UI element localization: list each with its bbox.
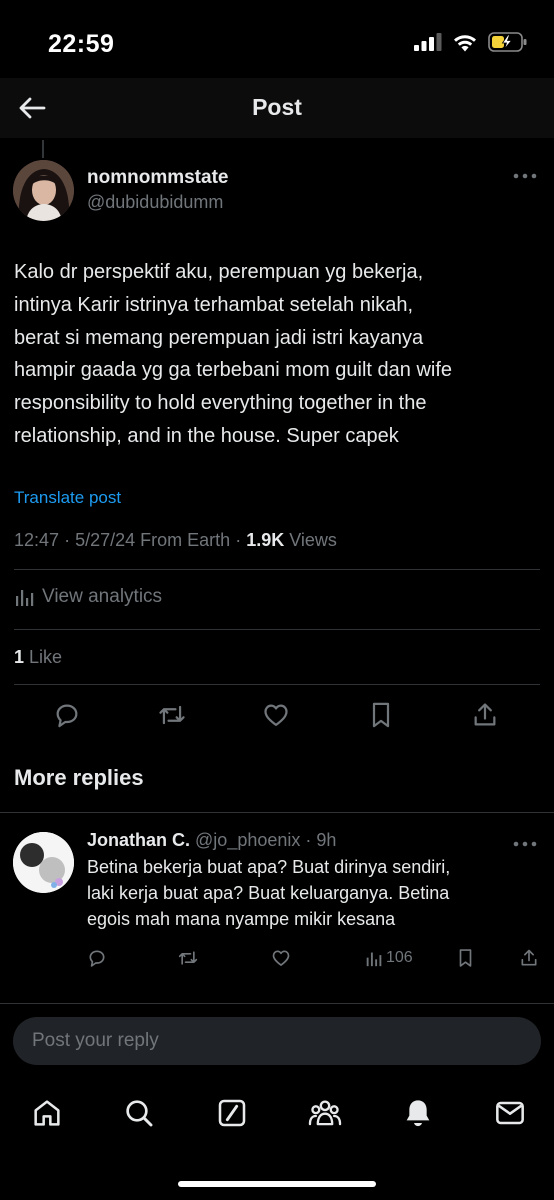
- post-more-button[interactable]: [512, 168, 538, 184]
- translate-post-link[interactable]: Translate post: [14, 488, 121, 508]
- reply-age: 9h: [316, 830, 337, 850]
- post-author-name[interactable]: nomnommstate: [87, 167, 228, 189]
- share-button[interactable]: [468, 698, 502, 732]
- reply-avatar-graphic: [13, 832, 74, 893]
- status-icons: [414, 32, 528, 52]
- nav-communities[interactable]: [305, 1093, 345, 1133]
- share-icon: [474, 703, 496, 726]
- reply-reply-button[interactable]: [87, 945, 107, 971]
- reply-actions: 106: [0, 945, 554, 971]
- likes-label: Like: [29, 647, 63, 667]
- post-line: Kalo dr perspektif aku, perempuan yg bek…: [14, 261, 424, 283]
- analytics-icon: [16, 590, 34, 606]
- repost-icon: [159, 705, 185, 725]
- share-icon: [521, 949, 537, 966]
- like-icon: [272, 950, 290, 966]
- reply-line: laki kerja buat apa? Buat keluarganya. B…: [87, 883, 450, 903]
- cellular-signal-icon: [414, 33, 442, 51]
- more-replies-heading: More replies: [14, 765, 144, 790]
- post-line: responsibility to hold everything togeth…: [14, 392, 427, 415]
- divider: [14, 684, 540, 685]
- bookmark-icon: [459, 949, 472, 967]
- view-analytics-button[interactable]: View analytics: [14, 586, 162, 608]
- nav-grok[interactable]: [212, 1093, 252, 1133]
- more-dots-icon: [513, 841, 537, 847]
- grok-icon: [218, 1099, 246, 1127]
- reply-author-avatar[interactable]: [13, 832, 74, 893]
- wifi-icon: [454, 34, 476, 51]
- like-icon: [264, 704, 288, 727]
- likes-count-link[interactable]: 1 Like: [14, 647, 62, 668]
- views-label: Views: [289, 530, 337, 550]
- nav-home[interactable]: [27, 1093, 67, 1133]
- page-title: Post: [252, 94, 302, 120]
- nav-messages[interactable]: [490, 1093, 530, 1133]
- post-meta: 12:47 · 5/27/24 From Earth · 1.9K Views: [14, 530, 337, 550]
- status-time: 22:59: [48, 30, 115, 58]
- messages-icon: [496, 1101, 524, 1125]
- reply-line: egois mah mana nyampe mikir kesana: [87, 909, 396, 929]
- post-body: Kalo dr perspektif aku, perempuan yg bek…: [14, 256, 539, 453]
- likes-count: 1: [14, 647, 25, 667]
- more-dots-icon: [513, 173, 537, 179]
- reply-author-name[interactable]: Jonathan C.: [87, 830, 190, 850]
- notifications-icon: [406, 1100, 430, 1127]
- home-indicator: [178, 1181, 376, 1187]
- post-line: intinya Karir istrinya terhambat setelah…: [14, 293, 414, 316]
- post-line: berat si memang perempuan jadi istri kay…: [14, 326, 424, 349]
- views-count: 1.9K: [246, 530, 285, 550]
- reply-more-button[interactable]: [512, 836, 538, 852]
- divider: [0, 812, 554, 813]
- reply-icon: [89, 950, 105, 967]
- post-author-handle[interactable]: @dubidubidumm: [87, 192, 223, 213]
- communities-icon: [308, 1100, 342, 1126]
- reply-views-button[interactable]: 106: [365, 945, 413, 971]
- post-author-avatar[interactable]: [13, 160, 74, 221]
- reply-author-handle[interactable]: @jo_phoenix: [195, 830, 300, 850]
- post-actions: [0, 698, 554, 734]
- post-line: relationship, and in the house. Super ca…: [14, 424, 399, 447]
- post-time: 12:47: [14, 530, 60, 550]
- status-bar: 22:59: [0, 0, 554, 78]
- reply-input[interactable]: Post your reply: [13, 1017, 541, 1065]
- reply-line: Betina bekerja buat apa? Buat dirinya se…: [87, 857, 451, 877]
- reply-button[interactable]: [50, 698, 84, 732]
- reply-repost-button[interactable]: [177, 945, 199, 971]
- home-icon: [34, 1100, 60, 1126]
- avatar-photo: [13, 160, 74, 221]
- bookmark-icon: [372, 702, 390, 728]
- reply-input-placeholder: Post your reply: [32, 1030, 159, 1051]
- like-button[interactable]: [259, 698, 293, 732]
- post-date: 5/27/24: [75, 530, 136, 550]
- reply-like-button[interactable]: [271, 945, 291, 971]
- reply-body: Betina bekerja buat apa? Buat dirinya se…: [87, 854, 537, 932]
- reply-views-count: 106: [386, 949, 413, 966]
- divider: [0, 1003, 554, 1004]
- search-icon: [126, 1100, 153, 1127]
- reply-icon: [56, 704, 78, 728]
- divider: [14, 569, 540, 570]
- top-bar: Post: [0, 78, 554, 138]
- bookmark-button[interactable]: [364, 698, 398, 732]
- nav-search[interactable]: [119, 1093, 159, 1133]
- nav-notifications[interactable]: [398, 1093, 438, 1133]
- reply-share-button[interactable]: [519, 945, 539, 971]
- reply-header: Jonathan C. @jo_phoenix · 9h: [87, 830, 337, 850]
- thread-connector: [42, 140, 44, 158]
- post-line: hampir gaada yg ga terbebani mom guilt d…: [14, 359, 453, 382]
- repost-button[interactable]: [155, 698, 189, 732]
- divider: [14, 629, 540, 630]
- analytics-label: View analytics: [42, 586, 163, 607]
- battery-charging-icon: [488, 32, 527, 52]
- analytics-icon: [366, 952, 382, 966]
- reply-bookmark-button[interactable]: [457, 945, 474, 971]
- repost-icon: [178, 951, 198, 965]
- post-source: From Earth: [140, 530, 231, 550]
